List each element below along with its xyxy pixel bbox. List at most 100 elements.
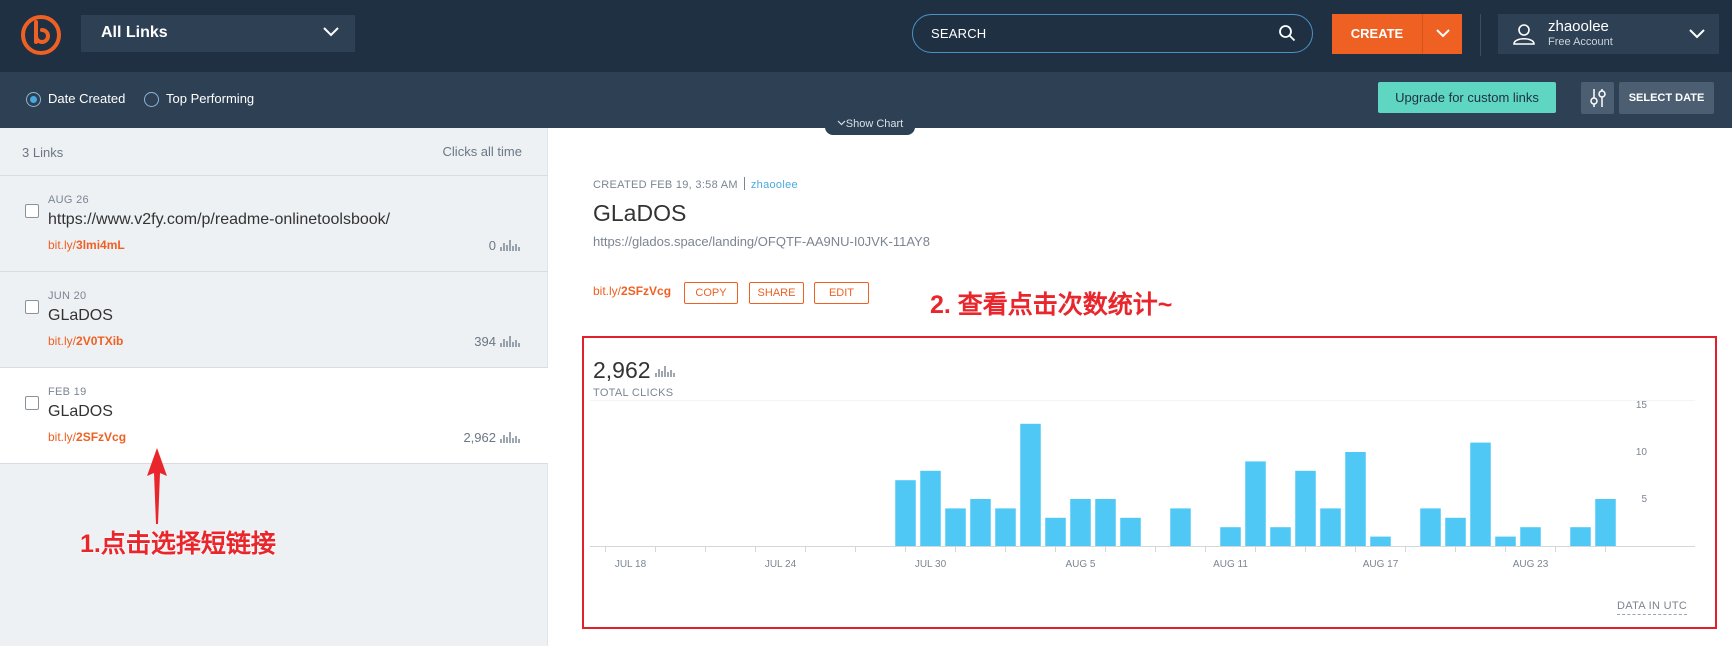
chart-bar [1270, 527, 1291, 546]
chart-bar [1245, 461, 1266, 546]
total-clicks: 2,962 [593, 357, 677, 384]
annotation-step-1: 1.点击选择短链接 [80, 530, 276, 558]
chevron-down-icon [1436, 29, 1450, 38]
search-icon[interactable] [1278, 24, 1296, 42]
x-tick-label: AUG 23 [1513, 559, 1549, 570]
chart-bar [1070, 499, 1091, 546]
copy-button[interactable]: COPY [684, 282, 738, 304]
x-tick-label: AUG 5 [1065, 559, 1095, 570]
list-header: 3 Links Clicks all time [0, 128, 548, 176]
item-short-link[interactable]: bit.ly/3lmi4mL [48, 238, 125, 252]
item-date: AUG 26 [48, 194, 89, 206]
chart-bar [945, 508, 966, 546]
x-tick-label: AUG 11 [1213, 559, 1248, 570]
upgrade-button[interactable]: Upgrade for custom links [1378, 82, 1556, 113]
item-clicks: 2,962 [463, 430, 522, 445]
search-placeholder: SEARCH [931, 26, 987, 41]
x-tick-label: JUL 18 [615, 559, 647, 570]
chart-bar [1595, 499, 1616, 546]
bar-chart-icon [654, 366, 675, 377]
link-filter-dropdown[interactable]: All Links [81, 15, 355, 52]
sliders-icon [1590, 89, 1606, 107]
header-divider [1480, 14, 1481, 56]
user-name: zhaoolee [1548, 18, 1609, 35]
item-date: FEB 19 [48, 386, 87, 398]
clicks-sort-label[interactable]: Clicks all time [443, 144, 522, 159]
chart-bar [995, 508, 1016, 546]
item-title: GLaDOS [48, 403, 113, 420]
clicks-bar-chart: JUL 18 JUL 24 JUL 30 AUG 5 AUG 11 AUG 17 AUG 2… [590, 400, 1695, 570]
account-menu[interactable]: zhaoolee Free Account [1498, 14, 1719, 54]
created-date: CREATED FEB 19, 3:58 AM [593, 179, 738, 191]
item-date: JUN 20 [48, 290, 87, 302]
chart-bar [1345, 452, 1366, 546]
sort-top-performing-radio[interactable]: Top Performing [144, 90, 254, 108]
item-short-link[interactable]: bit.ly/2V0TXib [48, 334, 123, 348]
annotation-step-2: 2. 查看点击次数统计~ [930, 291, 1173, 319]
x-tick-label: AUG 17 [1363, 559, 1399, 570]
long-url[interactable]: https://glados.space/landing/OFQTF-AA9NU… [593, 234, 930, 249]
bar-chart-icon [500, 432, 520, 443]
top-bar: All Links SEARCH CREATE zhaoolee Free Ac… [0, 0, 1732, 72]
show-chart-toggle[interactable]: Show Chart [825, 116, 915, 135]
edit-button[interactable]: EDIT [814, 282, 869, 304]
filters-button[interactable] [1581, 82, 1614, 114]
list-item[interactable]: JUN 20 GLaDOS bit.ly/2V0TXib 394 [0, 272, 548, 368]
chart-bar [1495, 536, 1516, 546]
item-checkbox[interactable] [25, 396, 39, 410]
link-title: GLaDOS [593, 200, 687, 226]
chevron-down-icon [1689, 29, 1705, 39]
chart-bar [1570, 527, 1591, 546]
sort-option-label: Date Created [48, 91, 126, 106]
links-list-panel: 3 Links Clicks all time AUG 26 https://w… [0, 128, 548, 646]
divider [743, 177, 745, 190]
created-info: CREATED FEB 19, 3:58 AM zhaoolee [593, 177, 798, 191]
total-clicks-label: TOTAL CLICKS [593, 387, 674, 399]
chart-bar [1045, 517, 1066, 546]
timezone-note[interactable]: DATA IN UTC [1617, 600, 1688, 615]
list-item[interactable]: AUG 26 https://www.v2fy.com/p/readme-onl… [0, 176, 548, 272]
chart-bar [895, 480, 916, 546]
list-item-selected[interactable]: FEB 19 GLaDOS bit.ly/2SFzVcg 2,962 [0, 368, 548, 464]
item-checkbox[interactable] [25, 300, 39, 314]
search-input[interactable]: SEARCH [912, 14, 1313, 53]
chart-bar [920, 470, 941, 546]
account-type: Free Account [1548, 36, 1613, 48]
chart-bar [1520, 527, 1541, 546]
chart-bar [1420, 508, 1441, 546]
chart-bar [1370, 536, 1391, 546]
share-button[interactable]: SHARE [749, 282, 804, 304]
sort-date-created-radio[interactable]: Date Created [26, 90, 125, 108]
created-by-link[interactable]: zhaoolee [751, 179, 798, 191]
link-filter-label: All Links [101, 24, 168, 41]
create-button[interactable]: CREATE [1332, 14, 1462, 54]
chart-bar [1095, 499, 1116, 546]
y-tick-label: 10 [1636, 447, 1648, 458]
y-tick-label: 5 [1641, 494, 1647, 505]
item-clicks: 0 [489, 238, 522, 253]
bitly-logo-icon[interactable] [20, 14, 62, 56]
chart-bar [1320, 508, 1341, 546]
chart-bar [1170, 508, 1191, 546]
chart-bar [1445, 517, 1466, 546]
item-clicks: 394 [474, 334, 522, 349]
short-link[interactable]: bit.ly/2SFzVcg [593, 284, 671, 298]
chevron-down-icon [837, 120, 846, 126]
item-short-link[interactable]: bit.ly/2SFzVcg [48, 430, 126, 444]
x-tick-label: JUL 30 [915, 559, 947, 570]
show-chart-label: Show Chart [845, 118, 904, 130]
chart-bar [1220, 527, 1241, 546]
item-title: GLaDOS [48, 307, 113, 324]
y-tick-label: 15 [1636, 400, 1648, 411]
select-date-button[interactable]: SELECT DATE [1619, 82, 1714, 114]
bar-chart-icon [500, 336, 520, 347]
item-title: https://www.v2fy.com/p/readme-onlinetool… [48, 211, 391, 228]
chart-bar [1120, 517, 1141, 546]
user-icon [1513, 24, 1535, 45]
chart-bar [970, 499, 991, 546]
item-checkbox[interactable] [25, 204, 39, 218]
bar-chart-icon [500, 240, 520, 251]
create-options-toggle[interactable] [1422, 14, 1462, 54]
annotation-arrow-icon [147, 448, 167, 524]
chevron-down-icon [323, 27, 339, 37]
